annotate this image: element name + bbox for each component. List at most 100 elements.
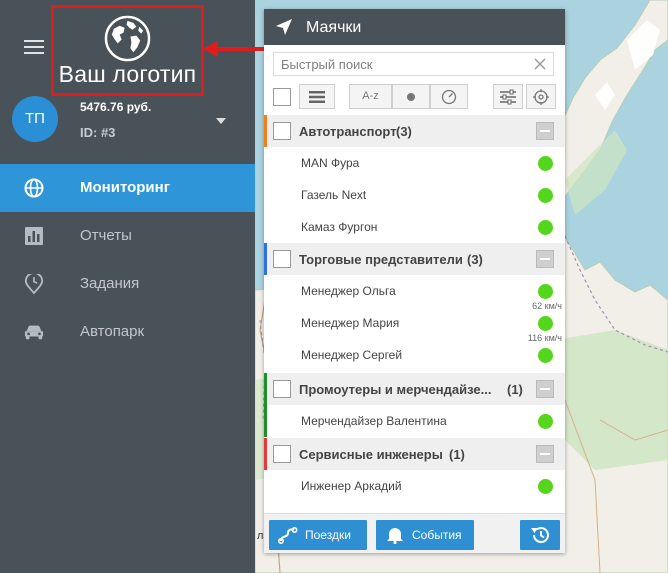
collapse-icon[interactable] <box>536 122 554 140</box>
group-name: Промоутеры и мерчендайзе... <box>299 382 492 397</box>
online-status-icon <box>538 156 553 171</box>
panel-header: Маячки <box>264 9 565 45</box>
sidebar: Ваш логотип ТП 5476.76 руб. ID: #3 Монит… <box>0 0 255 573</box>
online-status-icon <box>538 348 553 363</box>
menu-toggle-icon[interactable] <box>24 40 44 56</box>
globe-icon <box>24 178 44 198</box>
history-button[interactable] <box>520 520 560 550</box>
select-all-checkbox[interactable] <box>273 88 291 106</box>
panel-footer: Поездки События <box>264 513 565 553</box>
crosshair-icon <box>533 88 549 105</box>
group-checkbox[interactable] <box>273 250 291 268</box>
beacon-name: Мерчендайзер Валентина <box>301 414 447 428</box>
collapse-icon[interactable] <box>536 380 554 398</box>
locate-button[interactable] <box>526 84 556 109</box>
sidebar-item-tasks[interactable]: Задания <box>0 260 255 308</box>
beacon-name: Инженер Аркадий <box>301 479 402 493</box>
group-row-service-engineers[interactable]: Сервисные инженеры (1) <box>264 438 565 470</box>
list-view-button[interactable] <box>299 84 335 109</box>
events-button[interactable]: События <box>376 520 474 550</box>
route-icon <box>278 526 298 544</box>
beacon-name: MAN Фура <box>301 156 360 170</box>
group-name: Автотранспорт <box>299 124 397 139</box>
sidebar-item-label: Автопарк <box>80 323 145 340</box>
status-dot-icon <box>407 92 415 101</box>
list-item[interactable]: Газель Next <box>264 179 565 211</box>
car-icon <box>24 325 44 340</box>
group-count: (3) <box>396 124 412 139</box>
online-status-icon <box>538 414 553 429</box>
group-count: (1) <box>449 447 465 462</box>
group-color-stripe <box>264 438 267 470</box>
events-label: События <box>412 528 462 542</box>
chevron-down-icon[interactable] <box>216 118 226 124</box>
group-row-promoters[interactable]: Промоутеры и мерчендайзе... (1) <box>264 373 565 405</box>
online-status-icon <box>538 284 553 299</box>
sidebar-item-label: Отчеты <box>80 227 132 244</box>
sort-alpha-label: A-z <box>362 90 379 102</box>
sidebar-item-label: Задания <box>80 275 140 292</box>
group-row-vehicles[interactable]: Автотранспорт (3) <box>264 115 565 147</box>
online-status-icon <box>538 188 553 203</box>
sidebar-item-reports[interactable]: Отчеты <box>0 212 255 260</box>
beacon-name: Менеджер Сергей <box>301 348 403 362</box>
collapse-icon[interactable] <box>536 250 554 268</box>
search-box <box>273 52 554 76</box>
beacons-panel: Маячки A-z <box>264 9 565 553</box>
list-item[interactable]: Менеджер Мария 116 км/ч <box>264 307 565 343</box>
group-count: (1) <box>507 382 523 397</box>
list-item[interactable]: Менеджер Сергей <box>264 339 565 371</box>
group-count: (3) <box>467 252 483 267</box>
beacon-name: Менеджер Ольга <box>301 284 396 298</box>
sort-speed-button[interactable] <box>430 84 468 109</box>
beacon-name: Камаз Фургон <box>301 220 378 234</box>
map-pin-clock-icon <box>24 274 44 294</box>
online-status-icon <box>538 220 553 235</box>
avatar[interactable]: ТП <box>12 96 58 142</box>
sidebar-item-monitoring[interactable]: Мониторинг <box>0 164 255 212</box>
sort-alpha-button[interactable]: A-z <box>349 84 392 109</box>
trips-button[interactable]: Поездки <box>269 520 367 550</box>
speedometer-icon <box>441 89 457 104</box>
filter-settings-button[interactable] <box>493 84 523 109</box>
beacon-name: Менеджер Мария <box>301 316 400 330</box>
close-icon[interactable] <box>533 57 547 71</box>
group-color-stripe <box>264 373 267 405</box>
sort-status-button[interactable] <box>392 84 430 109</box>
logo-placeholder: Ваш логотип <box>51 5 204 96</box>
group-color-stripe <box>264 243 267 275</box>
group-name: Торговые представители <box>299 252 463 267</box>
navigation-arrow-icon <box>276 19 292 35</box>
globe-icon <box>104 15 151 62</box>
list-item[interactable]: Инженер Аркадий <box>264 470 565 502</box>
search-input[interactable] <box>274 53 529 75</box>
sidebar-item-fleet[interactable]: Автопарк <box>0 308 255 356</box>
sidebar-item-label: Мониторинг <box>80 179 170 196</box>
beacon-name: Газель Next <box>301 188 367 202</box>
group-checkbox[interactable] <box>273 380 291 398</box>
collapse-icon[interactable] <box>536 445 554 463</box>
list-item[interactable]: MAN Фура <box>264 147 565 179</box>
group-color-stripe <box>264 405 267 437</box>
bar-chart-icon <box>25 227 43 245</box>
list-item[interactable]: Мерчендайзер Валентина <box>264 405 565 437</box>
group-row-sales-reps[interactable]: Торговые представители (3) <box>264 243 565 275</box>
account-id: ID: #3 <box>80 125 116 140</box>
account-balance: 5476.76 руб. <box>80 100 152 114</box>
panel-toolbar: A-z <box>264 84 565 112</box>
logo-text: Ваш логотип <box>58 61 197 87</box>
group-color-stripe <box>264 115 267 147</box>
online-status-icon <box>538 479 553 494</box>
list-icon <box>309 90 325 103</box>
list-item[interactable]: Камаз Фургон <box>264 211 565 243</box>
list-item[interactable]: Менеджер Ольга 62 км/ч <box>264 275 565 311</box>
panel-title: Маячки <box>306 19 362 36</box>
trips-label: Поездки <box>305 528 351 542</box>
group-checkbox[interactable] <box>273 122 291 140</box>
history-icon <box>531 527 549 544</box>
sliders-icon <box>500 89 516 104</box>
group-name: Сервисные инженеры <box>299 447 443 462</box>
online-status-icon <box>538 316 553 331</box>
bell-icon <box>387 528 403 544</box>
group-checkbox[interactable] <box>273 445 291 463</box>
